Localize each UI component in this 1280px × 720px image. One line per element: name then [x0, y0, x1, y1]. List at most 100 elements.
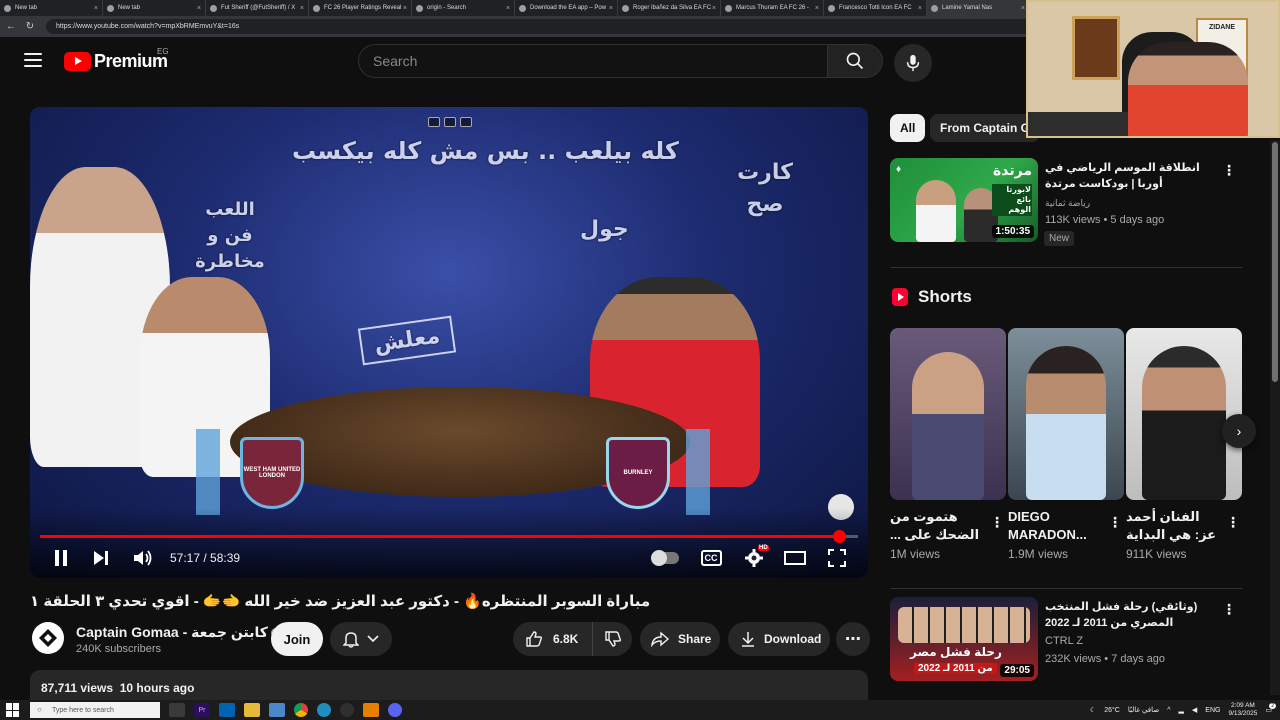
like-button[interactable]: 6.8K — [513, 622, 593, 656]
video-player[interactable]: كله بيلعب .. بس مش كله بيكسب اللعب فن و … — [30, 107, 868, 578]
volume-button[interactable] — [130, 547, 156, 569]
autoplay-toggle[interactable] — [650, 547, 680, 569]
youtube-logo[interactable]: Premium EG — [64, 47, 169, 72]
taskbar-search-input[interactable]: ○ Type here to search — [30, 702, 160, 718]
tray-chevron-icon[interactable]: ^ — [1167, 707, 1170, 714]
short-item[interactable]: الفنان أحمد عز: هي البداية كدة ... 911K … — [1126, 328, 1242, 561]
more-vert-icon[interactable]: ⋮ — [1222, 162, 1236, 179]
short-thumbnail[interactable] — [1126, 328, 1242, 500]
tab-favicon-icon — [313, 4, 320, 12]
language-indicator[interactable]: ENG — [1205, 707, 1220, 714]
voice-search-button[interactable] — [894, 44, 932, 82]
short-item[interactable]: هتموت من الضحك على ... 1M views ⋮ — [890, 328, 1006, 561]
browser-tab[interactable]: Fut Sheriff (@FutSheriff) / X × — [206, 0, 309, 16]
tab-close-icon[interactable]: × — [300, 5, 304, 12]
edge-icon[interactable] — [317, 703, 331, 717]
browser-tab[interactable]: FC 26 Player Ratings Reveal × — [309, 0, 412, 16]
cast-icon[interactable] — [444, 117, 456, 127]
browser-tab[interactable]: Roger Ibañez da Silva EA FC × — [618, 0, 721, 16]
scrollbar-thumb[interactable] — [1272, 142, 1278, 382]
back-icon[interactable]: ← — [3, 19, 19, 35]
obs-icon[interactable] — [340, 703, 354, 717]
browser-tab[interactable]: New tab × — [0, 0, 103, 16]
more-vert-icon[interactable]: ⋮ — [1222, 601, 1236, 618]
browser-tab[interactable]: Francesco Totti Icon EA FC × — [824, 0, 927, 16]
more-vert-icon[interactable]: ⋮ — [1108, 514, 1122, 531]
channel-avatar[interactable] — [32, 622, 64, 654]
recommendation-channel[interactable]: رياضة ثمانية — [1045, 198, 1090, 209]
short-title[interactable]: الفنان أحمد عز: هي البداية كدة ... — [1126, 508, 1222, 544]
recommendation-title[interactable]: (وثائقي) رحلة فشل المنتخب المصري من 2011… — [1045, 599, 1225, 631]
menu-icon[interactable] — [24, 53, 42, 67]
browser-tab[interactable]: New tab × — [103, 0, 206, 16]
recommendation-channel[interactable]: CTRL Z — [1045, 635, 1083, 647]
vlc-icon[interactable] — [363, 703, 379, 717]
tab-close-icon[interactable]: × — [1021, 5, 1025, 12]
share-button[interactable]: Share — [640, 622, 720, 656]
shorts-next-button[interactable]: › — [1222, 414, 1256, 448]
tab-close-icon[interactable]: × — [918, 5, 922, 12]
chrome-icon[interactable] — [294, 703, 308, 717]
notification-icon[interactable]: ▭ 2 — [1265, 703, 1276, 714]
url-field[interactable]: https://www.youtube.com/watch?v=mpXbRMEm… — [46, 19, 1046, 34]
browser-tab[interactable]: origin - Search × — [412, 0, 515, 16]
more-actions-button[interactable]: ⋯ — [836, 622, 870, 656]
more-vert-icon[interactable]: ⋮ — [990, 514, 1004, 531]
taskbar-clock[interactable]: 2:09 AM 9/13/2025 — [1228, 702, 1257, 718]
tab-close-icon[interactable]: × — [94, 5, 98, 12]
tab-close-icon[interactable]: × — [197, 5, 201, 12]
progress-bar[interactable] — [40, 530, 858, 543]
task-view-icon[interactable] — [169, 703, 185, 717]
volume-tray-icon[interactable]: ◀ — [1192, 706, 1197, 714]
more-vert-icon[interactable]: ⋮ — [1226, 514, 1240, 531]
recommendation-item[interactable]: مرتدة لابورتا بائع الوهم ♦ 1:50:35 انطلا… — [890, 158, 1242, 248]
miniplayer-icon[interactable] — [428, 117, 440, 127]
short-item[interactable]: DIEGO MARADON... 1.9M views ⋮ — [1008, 328, 1124, 561]
browser-tab[interactable]: Lamine Yamal Nas × — [927, 0, 1030, 16]
tab-label: Download the EA app – Pow — [530, 5, 607, 11]
join-button[interactable]: Join — [271, 622, 323, 656]
theater-mode-button[interactable] — [784, 547, 806, 569]
recommendation-thumbnail[interactable]: مرتدة لابورتا بائع الوهم ♦ 1:50:35 — [890, 158, 1038, 242]
premiere-icon[interactable]: Pr — [194, 703, 210, 717]
discord-icon[interactable] — [388, 703, 402, 717]
channel-name[interactable]: Captain Gomaa - كابتن جمعة — [76, 624, 268, 640]
search-button[interactable] — [827, 44, 883, 78]
short-title[interactable]: هتموت من الضحك على ... — [890, 508, 986, 544]
recommendation-item[interactable]: رحلة فشل مصر من 2011 لـ 2022 29:05 (وثائ… — [890, 597, 1242, 681]
file-explorer-icon[interactable] — [244, 703, 260, 717]
download-button[interactable]: Download — [728, 622, 830, 656]
search-input[interactable]: Search — [358, 44, 827, 78]
notepad-icon[interactable] — [269, 703, 285, 717]
short-title[interactable]: DIEGO MARADON... — [1008, 508, 1104, 544]
tab-close-icon[interactable]: × — [815, 5, 819, 12]
recommendation-title[interactable]: انطلاقة الموسم الرياضي في أوربا | بودكاس… — [1045, 160, 1225, 192]
next-button[interactable] — [90, 547, 112, 569]
chip-all[interactable]: All — [890, 114, 926, 142]
tab-close-icon[interactable]: × — [506, 5, 510, 12]
browser-tab[interactable]: Download the EA app – Pow × — [515, 0, 618, 16]
wall-text-goal: جول — [580, 217, 629, 242]
network-icon[interactable]: ▂ — [1179, 706, 1184, 714]
short-thumbnail[interactable] — [1008, 328, 1124, 500]
reload-icon[interactable]: ↻ — [22, 19, 38, 35]
channel-name-row[interactable]: Captain Gomaa - كابتن جمعة✓ — [76, 624, 281, 641]
page-scrollbar[interactable] — [1270, 140, 1280, 695]
weather-temp[interactable]: 26°C — [1104, 707, 1120, 714]
tab-close-icon[interactable]: × — [403, 5, 407, 12]
notifications-button[interactable] — [330, 622, 392, 656]
share-icon[interactable] — [460, 117, 472, 127]
short-thumbnail[interactable] — [890, 328, 1006, 500]
tab-close-icon[interactable]: × — [712, 5, 716, 12]
dislike-button[interactable] — [593, 622, 632, 656]
windows-start-icon[interactable] — [6, 703, 20, 717]
store-icon[interactable] — [219, 703, 235, 717]
settings-button[interactable]: HD — [742, 545, 769, 569]
recommendation-thumbnail[interactable]: رحلة فشل مصر من 2011 لـ 2022 29:05 — [890, 597, 1038, 681]
fullscreen-button[interactable] — [826, 547, 848, 569]
captions-button[interactable]: CC — [700, 547, 722, 569]
chip-from-channel[interactable]: From Captain G — [930, 114, 1041, 142]
pause-button[interactable] — [50, 547, 72, 569]
tab-close-icon[interactable]: × — [609, 5, 613, 12]
browser-tab[interactable]: Marcus Thuram EA FC 26 - × — [721, 0, 824, 16]
